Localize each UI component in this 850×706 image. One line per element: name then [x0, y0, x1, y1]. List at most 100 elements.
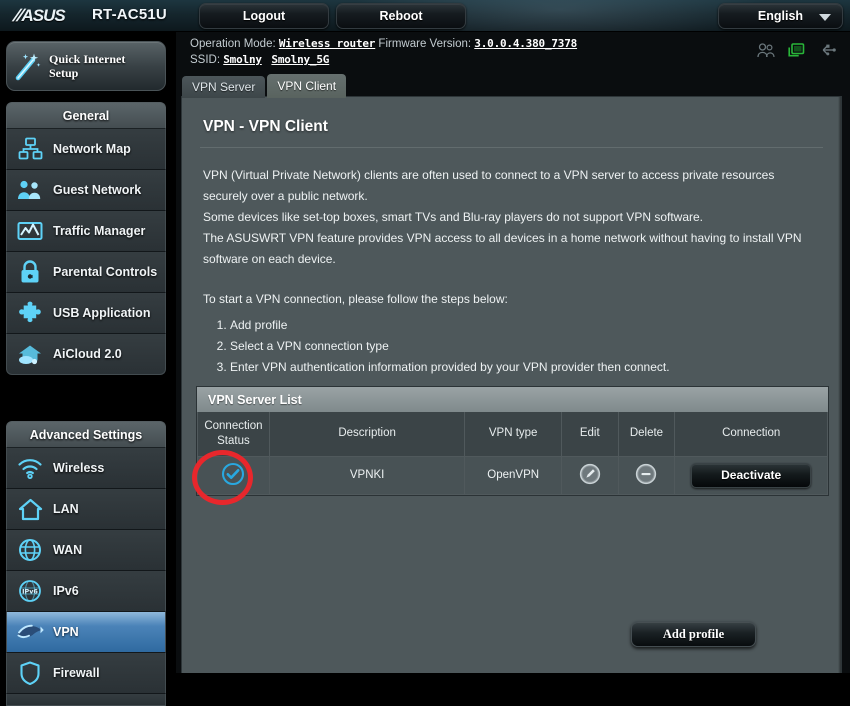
sidebar-item-ipv6-label: IPv6	[53, 584, 79, 598]
title-divider	[200, 147, 823, 148]
sidebar-item-lan-label: LAN	[53, 502, 79, 516]
logout-button[interactable]: Logout	[199, 3, 329, 29]
column-header-connection-status: Connection Status	[197, 412, 270, 457]
sidebar-item-parental-controls-label: Parental Controls	[53, 265, 158, 279]
sidebar-item-wireless-label: Wireless	[53, 461, 105, 475]
ssid-5g-link[interactable]: Smolny_5G	[271, 53, 329, 66]
sidebar-item-network-map[interactable]: Network Map	[6, 129, 166, 170]
sidebar-item-vpn[interactable]: VPN	[6, 612, 166, 653]
chevron-down-icon	[819, 14, 831, 21]
puzzle-icon	[7, 301, 53, 325]
language-selector[interactable]: English	[718, 3, 843, 29]
nav-group-general-title: General	[6, 102, 166, 129]
reboot-button[interactable]: Reboot	[336, 3, 466, 29]
home-icon	[7, 498, 53, 521]
sidebar-item-network-map-label: Network Map	[53, 142, 131, 156]
guest-network-icon	[7, 179, 53, 201]
sidebar-item-traffic-manager[interactable]: Traffic Manager	[6, 211, 166, 252]
sidebar-item-guest-network-label: Guest Network	[53, 183, 142, 197]
sidebar-item-ipv6[interactable]: IPv6 IPv6	[6, 571, 166, 612]
sidebar-item-traffic-manager-label: Traffic Manager	[53, 224, 146, 238]
sidebar-item-wan[interactable]: WAN	[6, 530, 166, 571]
sidebar-item-lan[interactable]: LAN	[6, 489, 166, 530]
sidebar-item-usb-application[interactable]: USB Application	[6, 293, 166, 334]
vpn-server-list-title: VPN Server List	[197, 387, 828, 412]
column-header-edit: Edit	[560, 412, 619, 457]
check-circle-icon	[221, 462, 245, 486]
vpn-server-table: Connection Status Description VPN type E…	[197, 412, 828, 495]
sidebar-item-parental-controls[interactable]: Parental Controls	[6, 252, 166, 293]
ssid-24g-link[interactable]: Smolny	[223, 53, 262, 66]
deactivate-button[interactable]: Deactivate	[691, 462, 812, 488]
sidebar-item-wan-label: WAN	[53, 543, 83, 557]
quick-internet-setup-label: Quick Internet Setup	[49, 52, 126, 80]
shield-icon	[7, 661, 53, 685]
sidebar-item-guest-network[interactable]: Guest Network	[6, 170, 166, 211]
add-profile-button[interactable]: Add profile	[631, 621, 756, 647]
column-header-description: Description	[268, 412, 466, 457]
firmware-version-link[interactable]: 3.0.0.4.380_7378	[474, 37, 577, 50]
top-bar: //ASUS RT-AC51U Logout Reboot English	[0, 0, 850, 32]
nav-group-general: General Network Map Guest Network Traffi…	[6, 102, 166, 375]
sidebar-item-wireless[interactable]: Wireless	[6, 448, 166, 489]
sidebar: Quick Internet Setup General Network Map	[0, 32, 176, 706]
step-item: Select a VPN connection type	[230, 336, 841, 357]
usb-icon[interactable]	[818, 43, 836, 62]
globe-icon	[7, 538, 53, 562]
vpn-description: VPN (Virtual Private Network) clients ar…	[203, 165, 820, 310]
cloud-home-icon	[7, 343, 53, 365]
description-paragraph-3: The ASUSWRT VPN feature provides VPN acc…	[203, 231, 802, 266]
column-header-vpn-type: VPN type	[464, 412, 562, 457]
router-model-name: RT-AC51U	[92, 6, 167, 23]
vpn-server-list-panel: VPN Server List Connection Status Descri…	[196, 386, 829, 496]
description-paragraph-1: VPN (Virtual Private Network) clients ar…	[203, 168, 775, 203]
ipv6-globe-icon: IPv6	[7, 579, 53, 603]
sidebar-item-usb-application-label: USB Application	[53, 306, 151, 320]
column-header-delete: Delete	[617, 412, 676, 457]
language-label: English	[757, 9, 804, 23]
quick-internet-setup-button[interactable]: Quick Internet Setup	[6, 41, 166, 91]
tab-vpn-server[interactable]: VPN Server	[182, 76, 266, 98]
cell-connection: Deactivate	[674, 455, 828, 495]
vpn-icon	[7, 621, 53, 643]
header-info-line2: SSID: Smolny Smolny_5G	[190, 52, 577, 68]
main-content: VPN - VPN Client VPN (Virtual Private Ne…	[181, 96, 842, 673]
operation-mode-link[interactable]: Wireless router	[279, 37, 376, 50]
minus-circle-icon[interactable]	[635, 463, 657, 485]
cell-delete	[617, 455, 676, 495]
sidebar-item-firewall-label: Firewall	[53, 666, 100, 680]
steps-intro: To start a VPN connection, please follow…	[203, 292, 508, 306]
sidebar-item-aicloud-label: AiCloud 2.0	[53, 347, 122, 361]
asus-logo: //ASUS	[11, 6, 66, 25]
cell-description: VPNKI	[268, 455, 466, 495]
sidebar-item-aicloud[interactable]: AiCloud 2.0	[6, 334, 166, 375]
magic-wand-icon	[7, 51, 49, 81]
cell-edit	[560, 455, 619, 495]
nav-group-advanced-title: Advanced Settings	[6, 421, 166, 448]
description-paragraph-2: Some devices like set-top boxes, smart T…	[203, 210, 704, 224]
tab-vpn-client[interactable]: VPN Client	[267, 74, 347, 98]
network-map-icon	[7, 137, 53, 161]
tab-bar: VPN Server VPN Client	[182, 74, 348, 98]
sidebar-item-next-clipped[interactable]	[6, 694, 166, 706]
step-item: Add profile	[230, 315, 841, 336]
ssid-label: SSID:	[190, 54, 221, 66]
table-header-row: Connection Status Description VPN type E…	[197, 412, 828, 457]
clients-icon[interactable]	[757, 42, 775, 63]
step-item: Enter VPN authentication information pro…	[230, 357, 841, 378]
network-monitor-icon[interactable]	[788, 42, 805, 63]
header-status-icons	[757, 42, 836, 63]
sidebar-item-vpn-label: VPN	[53, 625, 79, 639]
firmware-label: Firmware Version:	[378, 38, 472, 50]
vpn-steps-list: Add profile Select a VPN connection type…	[230, 315, 841, 378]
header-info: Operation Mode: Wireless router Firmware…	[190, 36, 577, 68]
column-header-connection: Connection	[674, 412, 828, 457]
svg-text:IPv6: IPv6	[22, 588, 38, 596]
cell-vpn-type: OpenVPN	[464, 455, 562, 495]
pencil-circle-icon[interactable]	[579, 463, 601, 485]
sidebar-item-firewall[interactable]: Firewall	[6, 653, 166, 694]
lock-icon	[7, 260, 53, 284]
cell-connection-status	[197, 455, 270, 495]
page-title: VPN - VPN Client	[203, 118, 328, 135]
table-row: VPNKI OpenVPN Deactivate	[197, 455, 828, 495]
